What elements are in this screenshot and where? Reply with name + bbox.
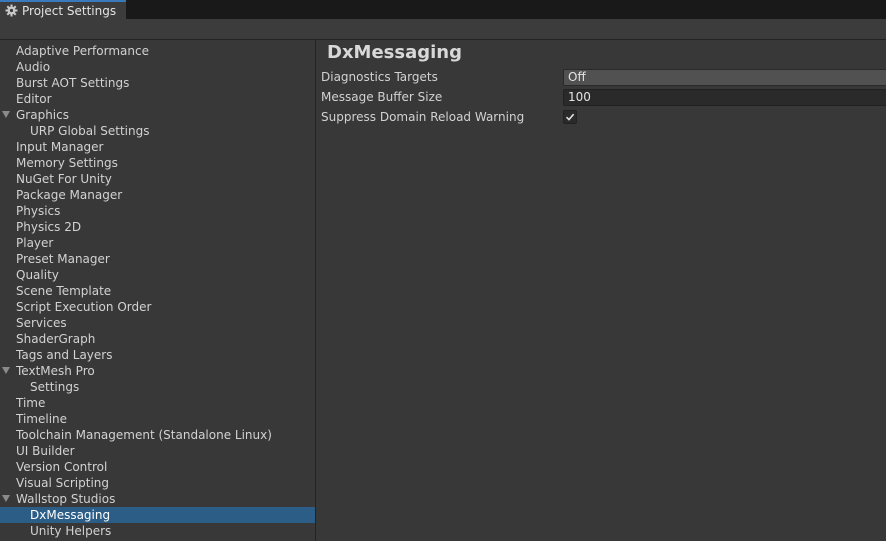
message-buffer-size-value: 100 [568, 90, 591, 104]
sidebar-item-label: Preset Manager [16, 252, 110, 266]
sidebar-item-scene-template[interactable]: Scene Template [0, 283, 315, 299]
diagnostics-targets-row: Diagnostics Targets Off [321, 69, 886, 87]
sidebar-item-label: Services [16, 316, 67, 330]
foldout-arrow-icon[interactable] [2, 367, 10, 374]
sidebar-item-label: Unity Helpers [30, 524, 112, 538]
sidebar-item-graphics[interactable]: Graphics [0, 107, 315, 123]
sidebar-item-label: Physics 2D [16, 220, 82, 234]
sidebar-item-label: Settings [30, 380, 80, 394]
diagnostics-targets-value: Off [568, 70, 586, 84]
sidebar-item-label: Editor [16, 92, 52, 106]
gear-icon [5, 4, 18, 17]
sidebar-item-label: Tags and Layers [16, 348, 113, 362]
sidebar-item-nuget-for-unity[interactable]: NuGet For Unity [0, 171, 315, 187]
page-title: DxMessaging [327, 42, 462, 63]
toolbar [0, 19, 886, 40]
sidebar-item-label: TextMesh Pro [16, 364, 95, 378]
sidebar-item-wallstop-studios[interactable]: Wallstop Studios [0, 491, 315, 507]
settings-sidebar: Adaptive Performance Audio Burst AOT Setti… [0, 40, 316, 541]
sidebar-item-burst-aot-settings[interactable]: Burst AOT Settings [0, 75, 315, 91]
sidebar-item-label: Player [16, 236, 54, 250]
sidebar-item-label: Visual Scripting [16, 476, 109, 490]
sidebar-item-label: Time [16, 396, 46, 410]
sidebar-item-label: Adaptive Performance [16, 44, 149, 58]
sidebar-item-physics[interactable]: Physics [0, 203, 315, 219]
sidebar-item-label: Memory Settings [16, 156, 118, 170]
message-buffer-size-label: Message Buffer Size [321, 90, 443, 104]
sidebar-item-script-execution-order[interactable]: Script Execution Order [0, 299, 315, 315]
diagnostics-targets-label: Diagnostics Targets [321, 70, 438, 84]
message-buffer-size-field[interactable]: 100 [563, 89, 886, 106]
sidebar-item-label: Toolchain Management (Standalone Linux) [16, 428, 272, 442]
sidebar-item-label: Wallstop Studios [16, 492, 116, 506]
sidebar-item-adaptive-performance[interactable]: Adaptive Performance [0, 43, 315, 59]
sidebar-item-urp-global-settings[interactable]: URP Global Settings [0, 123, 315, 139]
sidebar-item-ui-builder[interactable]: UI Builder [0, 443, 315, 459]
sidebar-item-input-manager[interactable]: Input Manager [0, 139, 315, 155]
suppress-domain-reload-warning-row: Suppress Domain Reload Warning [321, 109, 886, 127]
message-buffer-size-row: Message Buffer Size 100 [321, 89, 886, 107]
checkmark-icon [565, 113, 575, 121]
diagnostics-targets-dropdown[interactable]: Off [563, 69, 886, 86]
tab-title: Project Settings [22, 3, 117, 18]
sidebar-item-visual-scripting[interactable]: Visual Scripting [0, 475, 315, 491]
sidebar-item-label: Audio [16, 60, 51, 74]
sidebar-item-version-control[interactable]: Version Control [0, 459, 315, 475]
sidebar-item-label: ShaderGraph [16, 332, 96, 346]
sidebar-item-dxmessaging[interactable]: DxMessaging [0, 507, 315, 523]
sidebar-item-label: Version Control [16, 460, 108, 474]
foldout-arrow-icon[interactable] [2, 495, 10, 502]
sidebar-item-timeline[interactable]: Timeline [0, 411, 315, 427]
sidebar-item-label: Physics [16, 204, 61, 218]
sidebar-item-package-manager[interactable]: Package Manager [0, 187, 315, 203]
sidebar-item-physics-2d[interactable]: Physics 2D [0, 219, 315, 235]
sidebar-item-audio[interactable]: Audio [0, 59, 315, 75]
sidebar-item-label: Graphics [16, 108, 69, 122]
sidebar-item-settings[interactable]: Settings [0, 379, 315, 395]
sidebar-item-toolchain-management-standalone-linux[interactable]: Toolchain Management (Standalone Linux) [0, 427, 315, 443]
suppress-domain-reload-warning-checkbox[interactable] [563, 110, 577, 124]
sidebar-item-player[interactable]: Player [0, 235, 315, 251]
sidebar-item-label: NuGet For Unity [16, 172, 112, 186]
sidebar-item-quality[interactable]: Quality [0, 267, 315, 283]
sidebar-item-preset-manager[interactable]: Preset Manager [0, 251, 315, 267]
sidebar-item-label: UI Builder [16, 444, 75, 458]
sidebar-item-memory-settings[interactable]: Memory Settings [0, 155, 315, 171]
sidebar-item-label: DxMessaging [30, 508, 111, 522]
foldout-arrow-icon[interactable] [2, 111, 10, 118]
tab-strip: Project Settings [0, 0, 886, 19]
sidebar-item-services[interactable]: Services [0, 315, 315, 331]
sidebar-item-label: Quality [16, 268, 59, 282]
sidebar-item-unity-helpers[interactable]: Unity Helpers [0, 523, 315, 539]
sidebar-item-label: URP Global Settings [30, 124, 150, 138]
tab-project-settings[interactable]: Project Settings [0, 0, 126, 19]
sidebar-item-label: Timeline [16, 412, 68, 426]
sidebar-item-label: Input Manager [16, 140, 104, 154]
sidebar-item-label: Script Execution Order [16, 300, 152, 314]
sidebar-item-label: Package Manager [16, 188, 123, 202]
sidebar-item-label: Scene Template [16, 284, 112, 298]
sidebar-item-editor[interactable]: Editor [0, 91, 315, 107]
sidebar-item-tags-and-layers[interactable]: Tags and Layers [0, 347, 315, 363]
sidebar-item-time[interactable]: Time [0, 395, 315, 411]
sidebar-item-shadergraph[interactable]: ShaderGraph [0, 331, 315, 347]
sidebar-item-label: Burst AOT Settings [16, 76, 130, 90]
sidebar-item-textmesh-pro[interactable]: TextMesh Pro [0, 363, 315, 379]
suppress-domain-reload-warning-label: Suppress Domain Reload Warning [321, 110, 525, 124]
settings-panel: DxMessaging Diagnostics Targets Off Mess… [317, 40, 886, 541]
project-settings-window: Project Settings Adaptive Performance Aud… [0, 0, 886, 541]
